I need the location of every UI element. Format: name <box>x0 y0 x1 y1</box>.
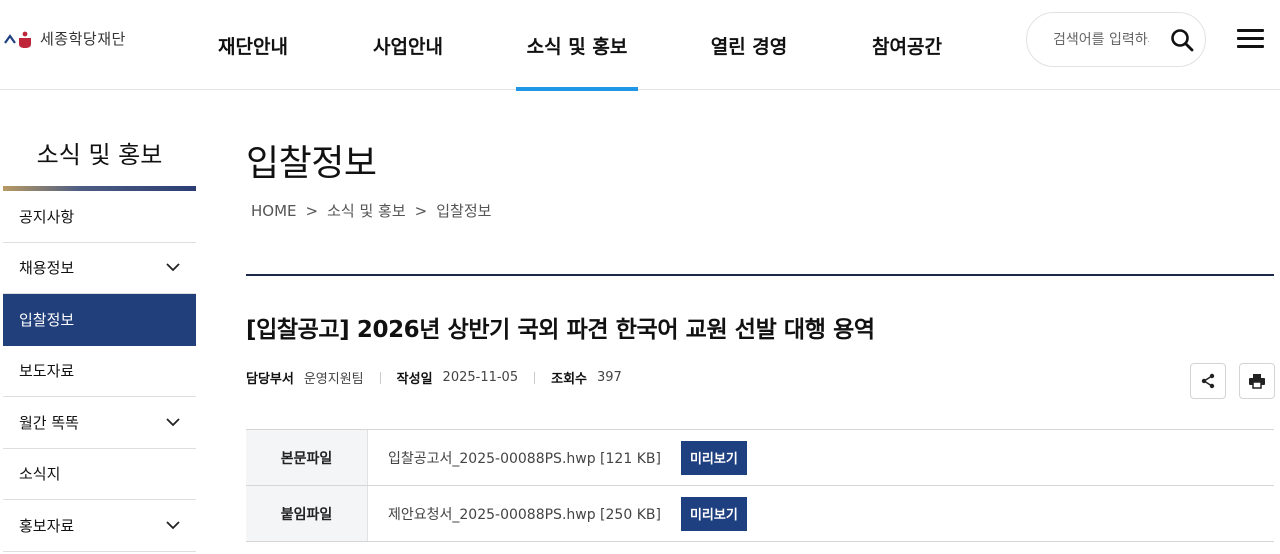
content-divider <box>246 274 1274 276</box>
breadcrumb-section[interactable]: 소식 및 홍보 <box>327 200 406 221</box>
sidebar-item-label: 공지사항 <box>19 207 75 226</box>
hamburger-icon <box>1237 29 1264 32</box>
search-input[interactable] <box>1053 29 1149 51</box>
logo-text: 세종학당재단 <box>40 29 126 48</box>
sidebar-item-promo[interactable]: 홍보자료 <box>3 500 196 552</box>
chevron-down-icon <box>166 518 180 532</box>
meta-views-value: 397 <box>597 370 622 385</box>
sidebar-item-bid[interactable]: 입찰정보 <box>3 294 196 346</box>
meta-date-value: 2025-11-05 <box>442 370 519 385</box>
meta-department-value: 운영지원팀 <box>303 372 364 387</box>
sidebar-item-label: 소식지 <box>19 465 61 484</box>
chevron-down-icon <box>166 415 180 429</box>
share-button[interactable] <box>1190 363 1226 399</box>
file-download-link[interactable]: 제안요청서_2025-00088PS.hwp [250 KB] <box>388 504 661 524</box>
table-row: 본문파일 입찰공고서_2025-00088PS.hwp [121 KB] 미리보… <box>246 430 1274 486</box>
breadcrumb-separator: > <box>414 201 428 220</box>
meta-views-label: 조회수 <box>551 372 587 387</box>
search-icon <box>1171 29 1194 52</box>
sidebar-item-label: 월간 똑똑 <box>19 413 79 432</box>
search-button[interactable] <box>1167 25 1197 55</box>
search-box <box>1026 12 1206 67</box>
site-logo[interactable]: 세종학당재단 <box>4 26 126 50</box>
nav-item-participation[interactable]: 참여공간 <box>852 0 962 90</box>
file-download-link[interactable]: 입찰공고서_2025-00088PS.hwp [121 KB] <box>388 448 661 468</box>
preview-button[interactable]: 미리보기 <box>680 496 747 531</box>
file-row-header: 본문파일 <box>246 430 368 485</box>
file-row-body: 입찰공고서_2025-00088PS.hwp [121 KB] 미리보기 <box>368 430 1274 485</box>
meta-divider <box>534 371 536 384</box>
sidebar-item-press[interactable]: 보도자료 <box>3 346 196 397</box>
nav-item-foundation[interactable]: 재단안내 <box>198 0 308 90</box>
nav-item-management[interactable]: 열린 경영 <box>694 0 804 90</box>
meta-department-label: 담당부서 <box>246 372 294 387</box>
post-title: [입찰공고] 2026년 상반기 국외 파견 한국어 교원 선발 대행 용역 <box>246 317 875 343</box>
sidebar-item-label: 홍보자료 <box>19 516 75 535</box>
breadcrumb: HOME > 소식 및 홍보 > 입찰정보 <box>251 200 491 221</box>
preview-button[interactable]: 미리보기 <box>680 440 747 475</box>
post-meta: 담당부서 운영지원팀 작성일 2025-11-05 조회수 397 <box>246 368 622 387</box>
breadcrumb-home[interactable]: HOME <box>251 202 297 220</box>
printer-icon <box>1249 374 1265 389</box>
menu-button[interactable] <box>1234 26 1266 52</box>
chevron-down-icon <box>166 261 180 275</box>
sidebar-item-newsletter[interactable]: 소식지 <box>3 449 196 500</box>
meta-divider <box>379 371 381 384</box>
sidebar-title: 소식 및 홍보 <box>36 140 163 169</box>
sidebar: 소식 및 홍보 공지사항 채용정보 입찰정보 보도자료 월간 똑똑 소식지 홍보… <box>3 90 196 552</box>
breadcrumb-current[interactable]: 입찰정보 <box>436 200 491 221</box>
print-button[interactable] <box>1239 363 1275 399</box>
nav-item-business[interactable]: 사업안내 <box>353 0 463 90</box>
sidebar-item-label: 보도자료 <box>19 362 75 381</box>
sidebar-item-label: 채용정보 <box>19 259 75 278</box>
sidebar-item-monthly[interactable]: 월간 똑똑 <box>3 397 196 449</box>
foundation-logo-icon <box>4 31 31 48</box>
table-row: 붙임파일 제안요청서_2025-00088PS.hwp [250 KB] 미리보… <box>246 486 1274 542</box>
nav-item-news[interactable]: 소식 및 홍보 <box>516 0 638 91</box>
site-header: 세종학당재단 재단안내 사업안내 소식 및 홍보 열린 경영 참여공간 <box>0 0 1280 91</box>
meta-date-label: 작성일 <box>396 372 433 387</box>
sidebar-item-label: 입찰정보 <box>19 310 75 329</box>
sidebar-item-notice[interactable]: 공지사항 <box>3 191 196 243</box>
breadcrumb-separator: > <box>305 201 319 220</box>
file-table: 본문파일 입찰공고서_2025-00088PS.hwp [121 KB] 미리보… <box>246 429 1274 542</box>
sidebar-item-recruit[interactable]: 채용정보 <box>3 243 196 294</box>
file-row-body: 제안요청서_2025-00088PS.hwp [250 KB] 미리보기 <box>368 486 1274 541</box>
page-title: 입찰정보 <box>246 143 377 184</box>
share-icon <box>1201 373 1215 389</box>
file-row-header: 붙임파일 <box>246 486 368 541</box>
